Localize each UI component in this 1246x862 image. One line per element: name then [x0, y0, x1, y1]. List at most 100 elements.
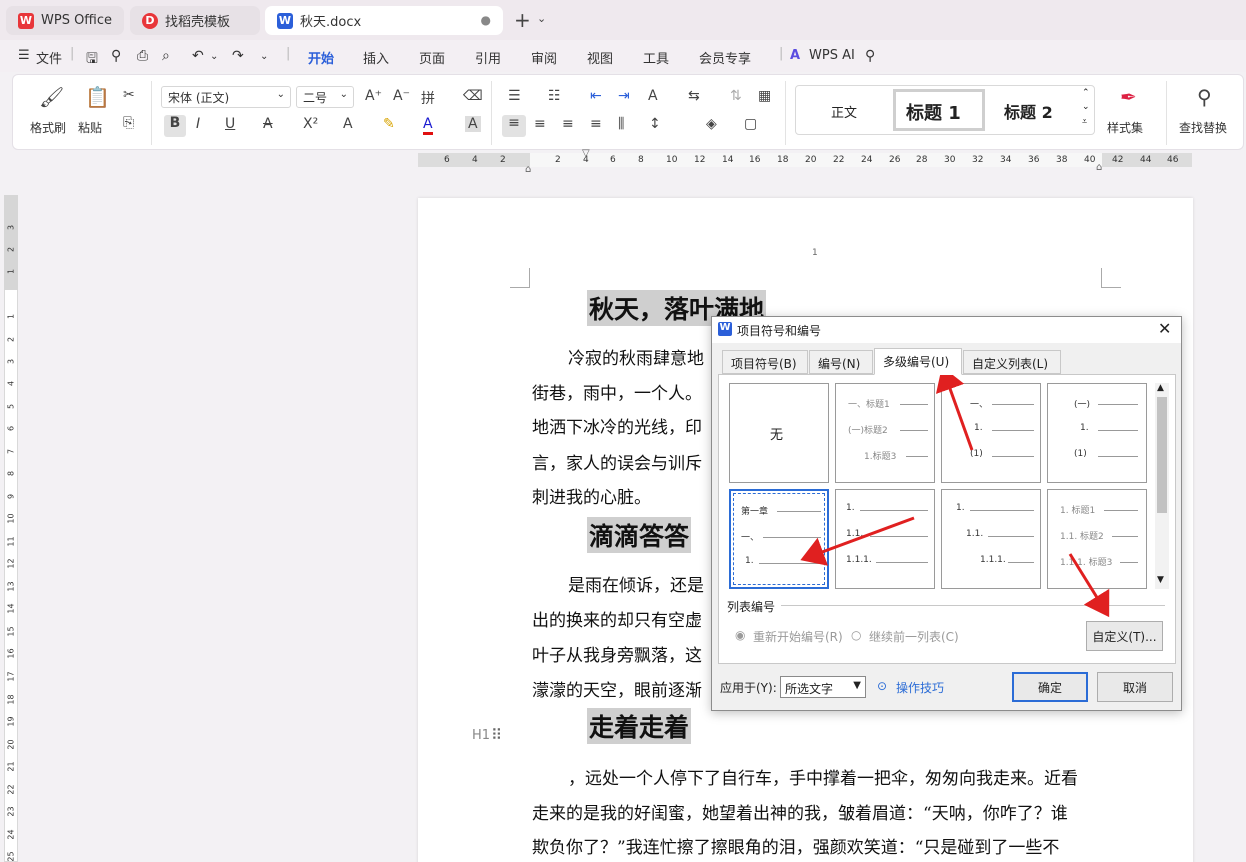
- increase-indent-icon[interactable]: ⇥: [618, 88, 630, 104]
- text-effect-icon[interactable]: A: [343, 116, 353, 132]
- list-style-cell[interactable]: (一) 1. (1): [1047, 383, 1147, 483]
- share-icon[interactable]: ⚲: [111, 48, 121, 64]
- heading-3[interactable]: 走着走着: [587, 708, 692, 744]
- paragraph-line[interactable]: 叶子从我身旁飘落，这: [532, 641, 702, 666]
- phonetic-icon[interactable]: 拼: [421, 88, 435, 108]
- strikethrough-icon[interactable]: A: [263, 116, 273, 132]
- list-style-cell-selected[interactable]: 第一章 一、 1.: [729, 489, 829, 589]
- list-style-cell[interactable]: 1. 标题1 1.1. 标题2 1.1.1. 标题3: [1047, 489, 1147, 589]
- paragraph-line[interactable]: 出的换来的却只有空虚: [532, 606, 702, 631]
- menu-item-view[interactable]: 视图: [587, 48, 613, 67]
- style-heading-1[interactable]: 标题 1: [893, 89, 985, 131]
- gallery-more-icon[interactable]: ⩡: [1082, 117, 1087, 127]
- apply-to-select[interactable]: 所选文字 ▼: [780, 676, 866, 698]
- paragraph-line[interactable]: 街巷，雨中，一个人。: [532, 379, 702, 404]
- undo-icon[interactable]: ↶: [192, 48, 204, 64]
- paragraph-line[interactable]: 濛濛的天空，眼前逐渐: [532, 676, 702, 701]
- ok-button[interactable]: 确定: [1012, 672, 1088, 702]
- paragraph-line[interactable]: ，远处一个人停下了自行车，手中撑着一把伞，匆匆向我走来。近看: [568, 764, 1078, 789]
- menu-item-insert[interactable]: 插入: [363, 48, 389, 67]
- chevron-down-icon[interactable]: ⌄: [537, 12, 546, 25]
- increase-font-icon[interactable]: A⁺: [365, 88, 382, 104]
- shading-icon[interactable]: ◈: [706, 116, 717, 132]
- clear-format-icon[interactable]: ⌫: [463, 88, 483, 104]
- gallery-down-icon[interactable]: ⌄: [1082, 102, 1090, 112]
- align-left-icon[interactable]: ≡: [502, 115, 526, 137]
- show-marks-icon[interactable]: ▦: [758, 88, 771, 104]
- cancel-button[interactable]: 取消: [1097, 672, 1173, 702]
- print-preview-icon[interactable]: ⌕: [162, 48, 170, 64]
- customize-button[interactable]: 自定义(T)...: [1086, 621, 1163, 651]
- search-icon[interactable]: ⚲: [865, 48, 875, 64]
- bullet-list-icon[interactable]: ☰: [508, 88, 521, 104]
- scroll-down-icon[interactable]: ▼: [1157, 575, 1164, 585]
- tab-bullets[interactable]: 项目符号(B): [722, 350, 808, 374]
- bold-icon[interactable]: B: [164, 115, 186, 137]
- font-size-select[interactable]: 二号 ⌄: [296, 86, 354, 108]
- text-direction-icon[interactable]: ⇆: [688, 88, 700, 104]
- style-set-label[interactable]: 样式集: [1107, 119, 1143, 136]
- find-replace-label[interactable]: 查找替换: [1179, 119, 1227, 136]
- tab-wps-office[interactable]: W WPS Office: [6, 6, 124, 35]
- tab-docer-template[interactable]: D 找稻壳模板: [130, 6, 260, 35]
- heading-marker[interactable]: H1: [472, 728, 490, 743]
- cut-icon[interactable]: ✂: [123, 87, 135, 103]
- paragraph-line[interactable]: 地洒下冰冷的光线，印: [532, 413, 702, 438]
- chevron-down-icon[interactable]: ⌄: [210, 51, 218, 62]
- decrease-font-icon[interactable]: A⁻: [393, 88, 410, 104]
- paragraph-line[interactable]: 走来的是我的好闺蜜，她望着出神的我，皱着眉道：“天呐，你咋了？谁: [532, 799, 1068, 824]
- style-normal[interactable]: 正文: [831, 102, 857, 121]
- gallery-up-icon[interactable]: ⌃: [1082, 88, 1090, 98]
- list-style-cell[interactable]: 一、标题1 (一)标题2 1.标题3: [835, 383, 935, 483]
- chinese-layout-icon[interactable]: A: [648, 88, 658, 104]
- paragraph-line[interactable]: 刺进我的心脏。: [532, 483, 651, 508]
- radio-icon[interactable]: ◉: [735, 628, 745, 642]
- decrease-indent-icon[interactable]: ⇤: [590, 88, 602, 104]
- menu-item-home[interactable]: 开始: [308, 48, 334, 67]
- align-center-icon[interactable]: ≡: [534, 116, 546, 132]
- tips-link[interactable]: 操作技巧: [896, 679, 944, 696]
- numbered-list-icon[interactable]: ☷: [548, 88, 561, 104]
- border-icon[interactable]: ▢: [744, 116, 757, 132]
- paste-label[interactable]: 粘贴: [78, 119, 102, 136]
- justify-icon[interactable]: ≡: [590, 116, 602, 132]
- menu-item-member[interactable]: 会员专享: [699, 48, 751, 67]
- first-line-indent-icon[interactable]: ▽: [582, 148, 590, 159]
- list-style-none[interactable]: 无: [729, 383, 829, 483]
- more-chevron-icon[interactable]: ⌄: [260, 51, 268, 62]
- print-icon[interactable]: ⎙: [137, 48, 148, 64]
- highlight-icon[interactable]: ✎: [383, 116, 395, 132]
- paragraph-line[interactable]: 冷寂的秋雨肆意地: [568, 344, 704, 369]
- superscript-icon[interactable]: X²: [303, 116, 318, 132]
- style-set-icon[interactable]: ✒: [1120, 85, 1137, 109]
- find-replace-icon[interactable]: ⚲: [1197, 85, 1212, 109]
- scrollbar[interactable]: ▲ ▼: [1155, 383, 1169, 589]
- char-shading-icon[interactable]: A: [465, 116, 481, 132]
- heading-2[interactable]: 滴滴答答: [587, 517, 692, 553]
- sort-icon[interactable]: ⇅: [730, 88, 742, 104]
- paste-icon[interactable]: 📋: [85, 85, 110, 109]
- scroll-up-icon[interactable]: ▲: [1157, 383, 1164, 393]
- menu-item-reference[interactable]: 引用: [475, 48, 501, 67]
- font-color-icon[interactable]: A: [423, 116, 433, 135]
- play-circle-icon[interactable]: ⊙: [877, 679, 887, 693]
- tab-multilevel[interactable]: 多级编号(U): [874, 348, 962, 375]
- list-style-cell[interactable]: 1. 1.1. 1.1.1.: [835, 489, 935, 589]
- save-icon[interactable]: 🖫: [86, 48, 98, 72]
- menu-item-page[interactable]: 页面: [419, 48, 445, 67]
- style-heading-2[interactable]: 标题 2: [1004, 99, 1053, 123]
- underline-icon[interactable]: U: [225, 116, 235, 132]
- paragraph-line[interactable]: 是雨在倾诉，还是: [568, 571, 704, 596]
- new-tab-icon[interactable]: +: [514, 8, 531, 32]
- right-indent-marker-icon[interactable]: ⌂: [1096, 162, 1102, 173]
- paragraph-line[interactable]: 言，家人的误会与训斥: [532, 449, 702, 474]
- tab-document[interactable]: W 秋天.docx ●: [265, 6, 503, 35]
- redo-icon[interactable]: ↷: [232, 48, 244, 64]
- tab-custom-list[interactable]: 自定义列表(L): [963, 350, 1061, 374]
- menu-file[interactable]: 文件: [36, 48, 62, 67]
- copy-icon[interactable]: ⎘: [123, 115, 134, 131]
- menu-item-review[interactable]: 审阅: [531, 48, 557, 67]
- menu-item-tools[interactable]: 工具: [643, 48, 669, 67]
- scrollbar-thumb[interactable]: [1157, 397, 1167, 513]
- paragraph-line[interactable]: 欺负你了？”我连忙擦了擦眼角的泪，强颜欢笑道：“只是碰到了一些不: [532, 833, 1059, 858]
